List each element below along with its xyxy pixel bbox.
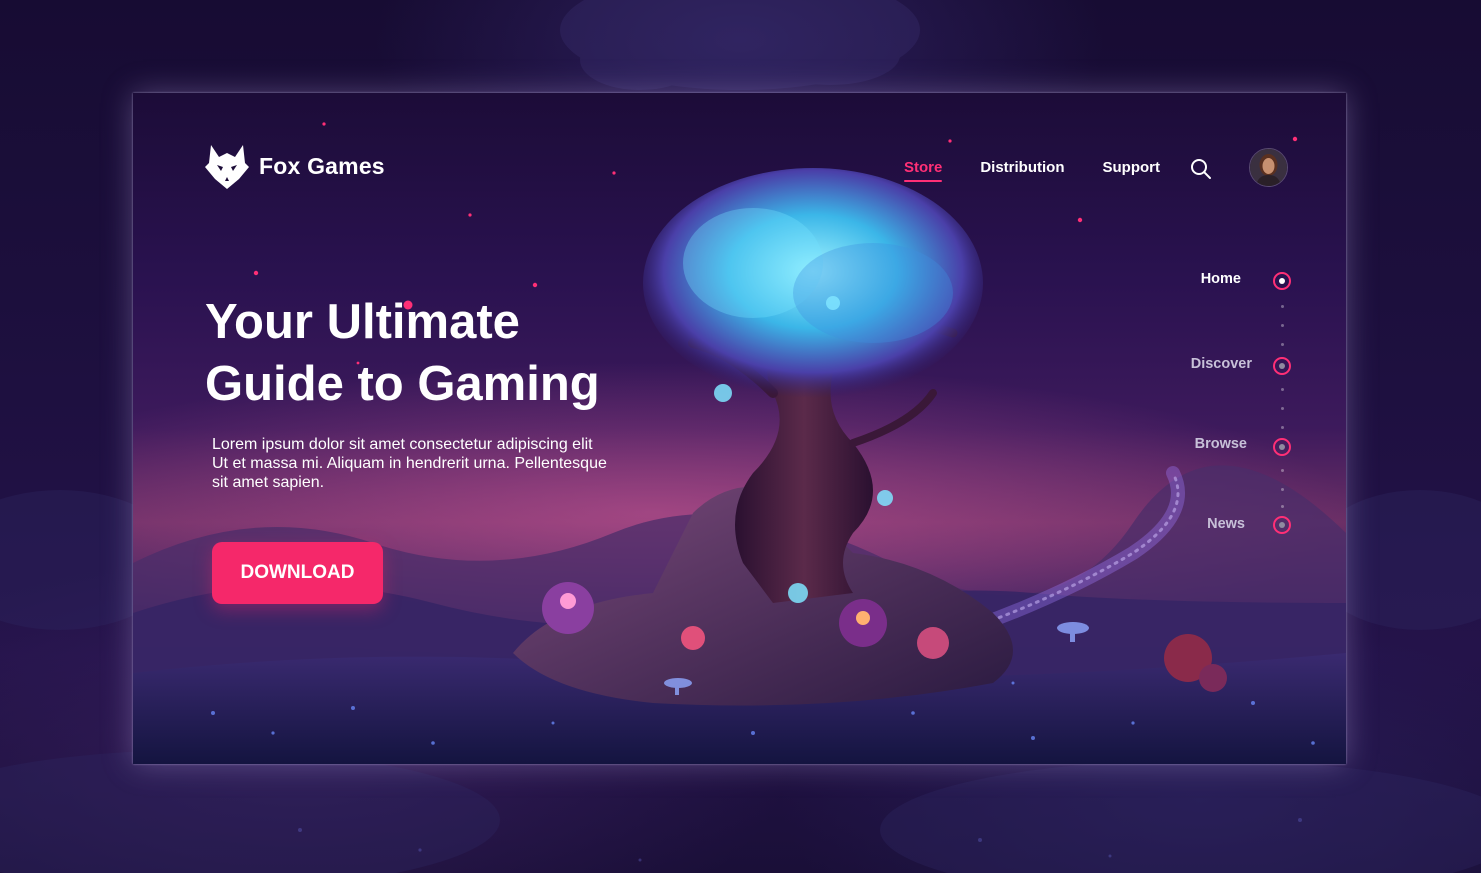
hero-window: Fox Games Store Distribution Support You… [133, 93, 1346, 764]
fantasy-tree-illustration [133, 122, 1346, 764]
side-nav-browse[interactable]: Browse [1127, 436, 1247, 452]
side-nav-discover-indicator[interactable] [1273, 357, 1291, 375]
nav-support[interactable]: Support [1103, 159, 1161, 182]
fox-head-icon [205, 145, 249, 189]
nav-distribution[interactable]: Distribution [980, 159, 1064, 182]
download-button[interactable]: DOWNLOAD [212, 542, 383, 604]
user-avatar[interactable] [1249, 148, 1288, 187]
search-icon[interactable] [1189, 157, 1213, 181]
side-nav-news[interactable]: News [1125, 516, 1245, 532]
side-nav-discover[interactable]: Discover [1132, 356, 1252, 372]
side-nav-browse-indicator[interactable] [1273, 438, 1291, 456]
headline-line-1: Your Ultimate [205, 295, 520, 349]
hero-description: Lorem ipsum dolor sit amet consectetur a… [212, 436, 607, 491]
side-nav-home-indicator[interactable] [1273, 272, 1291, 290]
top-nav: Store Distribution Support [904, 159, 1160, 182]
avatar-portrait-icon [1250, 149, 1287, 186]
side-nav-home[interactable]: Home [1121, 271, 1241, 287]
side-nav-news-indicator[interactable] [1273, 516, 1291, 534]
hero-headline: Your Ultimate Guide to Gaming [205, 291, 665, 415]
brand-name: Fox Games [259, 152, 385, 179]
brand-logo[interactable]: Fox Games [205, 143, 385, 189]
nav-store[interactable]: Store [904, 159, 943, 182]
headline-line-2: Guide to Gaming [205, 357, 600, 411]
